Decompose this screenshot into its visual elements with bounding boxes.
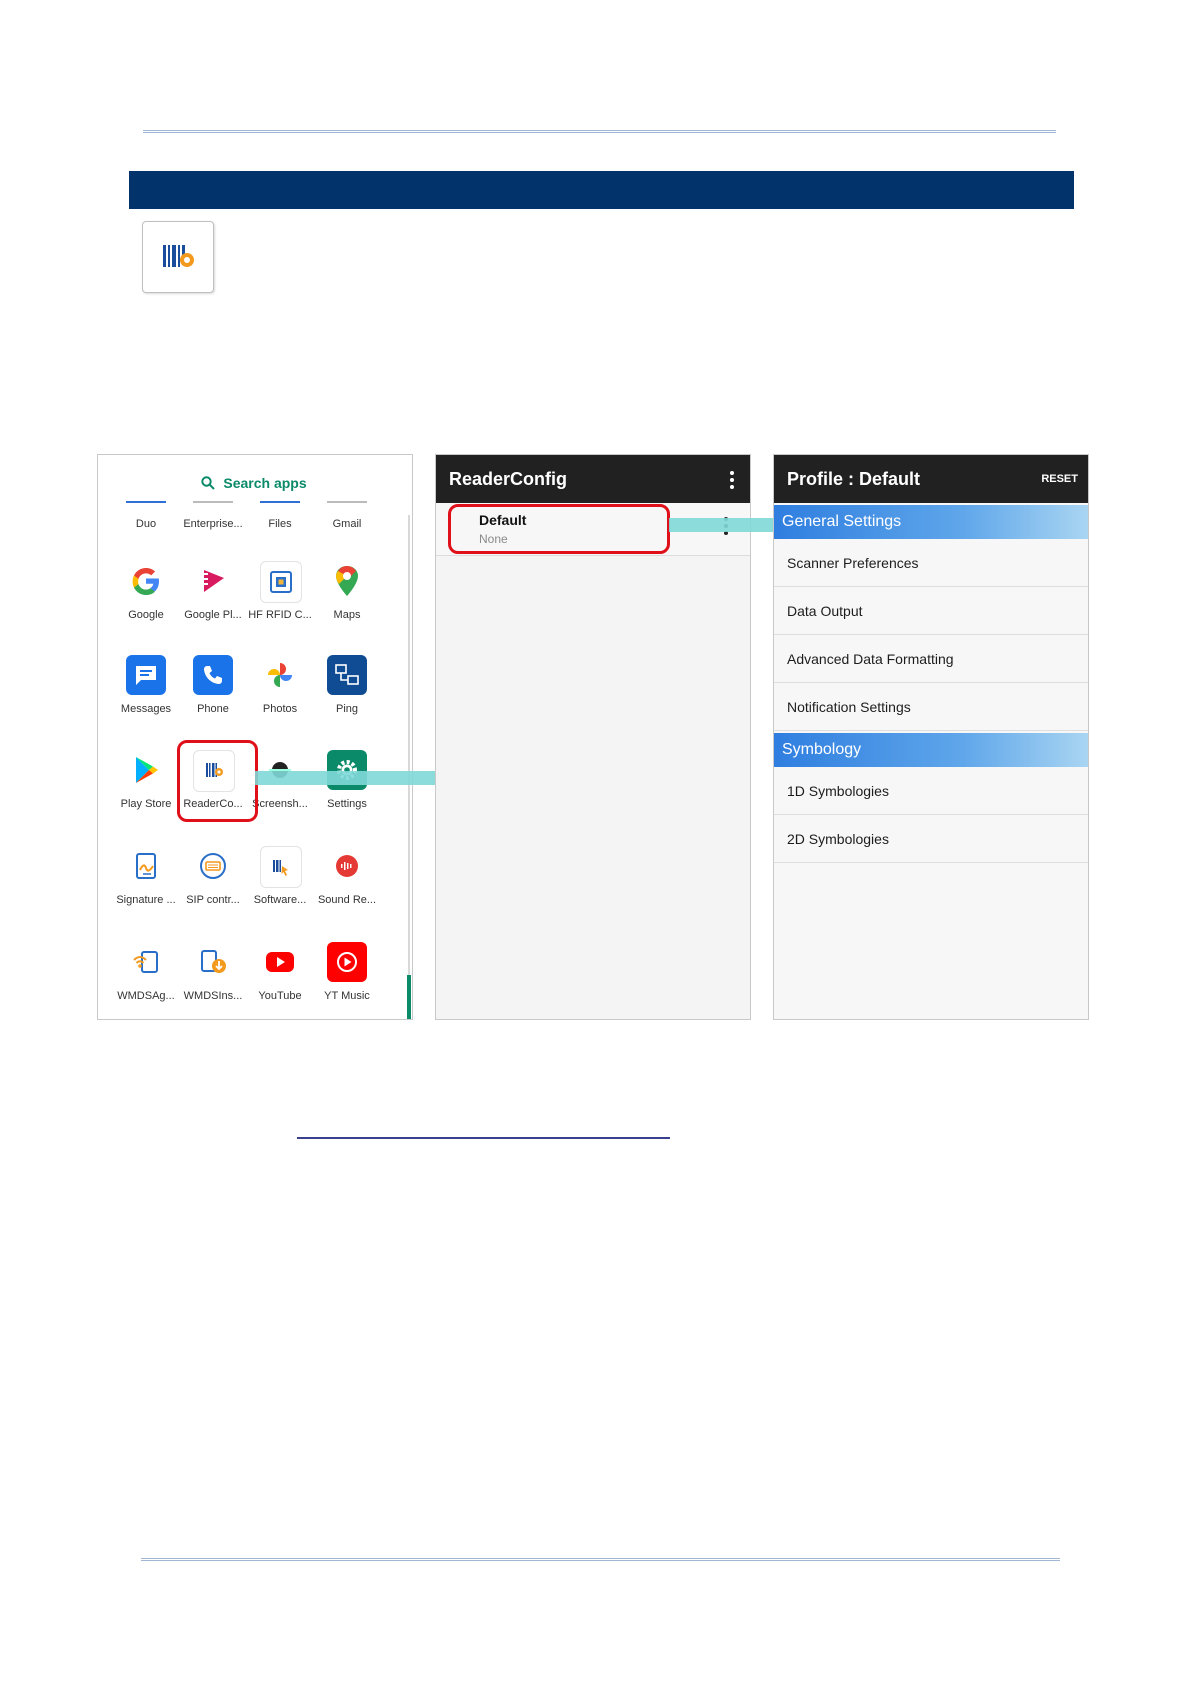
ping-icon[interactable] [327,655,367,695]
yt-music-icon[interactable] [327,942,367,982]
app-wmds-installer-label[interactable]: WMDSIns... [177,990,249,1002]
app-play-store-label[interactable]: Play Store [110,798,182,810]
previous-row-edge [98,501,412,507]
app-messages-label[interactable]: Messages [110,703,182,715]
search-apps-label: Search apps [223,475,307,491]
profile-app-bar: Profile : Default RESET [774,455,1088,503]
maps-icon[interactable] [327,561,367,601]
sip-control-icon[interactable] [193,846,233,886]
signature-icon[interactable] [126,846,166,886]
scanner-preferences-item[interactable]: Scanner Preferences [774,540,1088,587]
notification-settings-item[interactable]: Notification Settings [774,684,1088,731]
app-drawer-screenshot: Search apps Duo Enterprise... Files Gmai… [97,454,413,1020]
youtube-icon[interactable] [260,942,300,982]
app-photos-label[interactable]: Photos [244,703,316,715]
readerconfig-highlight [177,740,258,822]
app-title: ReaderConfig [449,469,568,489]
google-icon[interactable] [126,561,166,601]
app-hf-rfid-label[interactable]: HF RFID C... [244,609,316,621]
app-sound-recorder-label[interactable]: Sound Re... [311,894,383,906]
app-wmds-agent-label[interactable]: WMDSAg... [110,990,182,1002]
header-rule [143,130,1056,133]
advanced-data-formatting-item[interactable]: Advanced Data Formatting [774,636,1088,683]
general-settings-header: General Settings [774,505,1088,539]
photos-icon[interactable] [260,655,300,695]
1d-symbologies-item[interactable]: 1D Symbologies [774,768,1088,815]
app-phone-label[interactable]: Phone [177,703,249,715]
2d-symbologies-item[interactable]: 2D Symbologies [774,816,1088,863]
scrollbar-thumb[interactable] [407,975,411,1019]
footer-rule [141,1558,1060,1561]
readerconfig-screenshot: ReaderConfig Default None [435,454,751,1020]
barcode-gear-icon [163,245,194,267]
app-yt-music-label[interactable]: YT Music [311,990,383,1002]
app-google-play-label[interactable]: Google Pl... [177,609,249,621]
arrow-connector-2 [669,518,785,532]
default-profile-highlight [448,504,670,554]
hyperlink-underline[interactable] [297,1137,670,1139]
wmds-agent-icon[interactable] [126,942,166,982]
app-ping-label[interactable]: Ping [311,703,383,715]
app-gmail-label[interactable]: Gmail [311,518,383,530]
software-icon[interactable] [260,846,302,888]
scrollbar-track[interactable] [408,515,410,1015]
phone-icon[interactable] [193,655,233,695]
app-sip-control-label[interactable]: SIP contr... [177,894,249,906]
hf-rfid-icon[interactable] [260,561,302,603]
app-youtube-label[interactable]: YouTube [244,990,316,1002]
reset-button[interactable]: RESET [1041,473,1078,485]
profile-screenshot: Profile : Default RESET General Settings… [773,454,1089,1020]
symbology-header: Symbology [774,733,1088,767]
app-bar: ReaderConfig [436,455,750,503]
app-google-label[interactable]: Google [110,609,182,621]
search-icon [201,476,216,490]
readerconfig-app-icon [142,221,214,293]
arrow-connector-1 [255,771,460,785]
app-settings-label[interactable]: Settings [311,798,383,810]
data-output-item[interactable]: Data Output [774,588,1088,635]
search-apps-bar[interactable]: Search apps [114,463,394,503]
overflow-menu-icon[interactable] [730,471,734,492]
wmds-installer-icon[interactable] [193,942,233,982]
app-signature-label[interactable]: Signature ... [110,894,182,906]
google-play-movies-icon[interactable] [193,561,233,601]
section-banner [129,171,1074,209]
app-maps-label[interactable]: Maps [311,609,383,621]
sound-recorder-icon[interactable] [327,846,367,886]
app-duo-label[interactable]: Duo [110,518,182,530]
app-enterprise-label[interactable]: Enterprise... [177,518,249,530]
app-files-label[interactable]: Files [244,518,316,530]
messages-icon[interactable] [126,655,166,695]
play-store-icon[interactable] [126,750,166,790]
profile-title: Profile : Default [787,469,921,489]
app-software-label[interactable]: Software... [244,894,316,906]
